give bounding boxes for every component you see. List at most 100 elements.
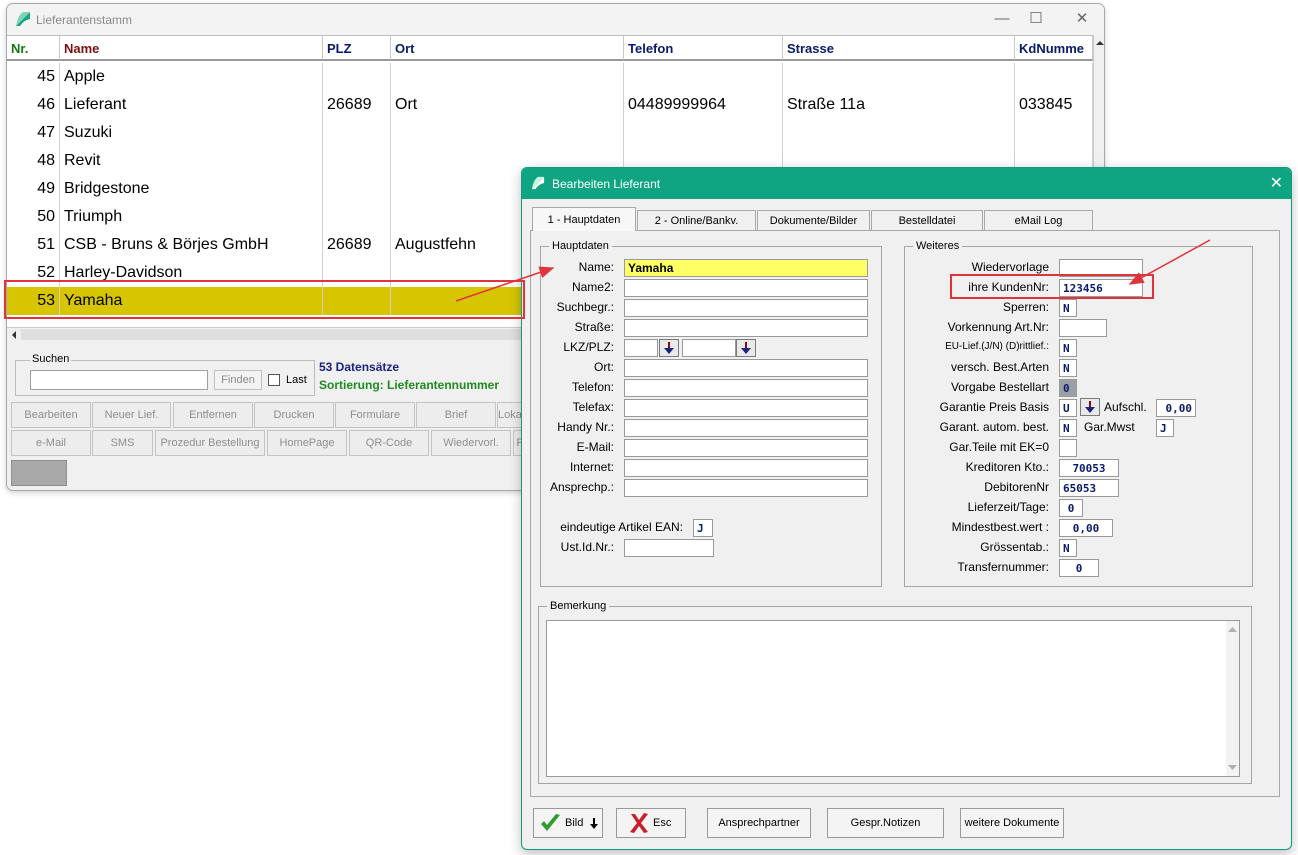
plz-field[interactable] xyxy=(682,339,736,357)
esc-button[interactable]: Esc xyxy=(616,808,686,838)
tab-dokumente-bilder[interactable]: Dokumente/Bilder xyxy=(757,210,870,230)
toolbar-button-e-mail[interactable]: e-Mail xyxy=(11,430,91,456)
handy-label: Handy Nr.: xyxy=(557,420,614,434)
toolbar-button-neuer-lief[interactable]: Neuer Lief. xyxy=(92,402,171,428)
tab-online-bankv[interactable]: 2 - Online/Bankv. xyxy=(637,210,756,230)
vorkennung-field[interactable] xyxy=(1059,319,1107,337)
last-checkbox[interactable] xyxy=(268,374,280,386)
cell-nr: 50 xyxy=(7,203,60,231)
lkz-lookup-button[interactable] xyxy=(659,339,679,357)
internet-label: Internet: xyxy=(569,460,614,474)
scroll-down-icon[interactable] xyxy=(1226,761,1239,773)
weitere-dokumente-button[interactable]: weitere Dokumente xyxy=(960,808,1064,838)
scroll-up-icon[interactable] xyxy=(1226,624,1239,636)
bild-button[interactable]: Bild xyxy=(533,808,603,838)
toolbar-button-qr-code[interactable]: QR-Code xyxy=(349,430,429,456)
search-input[interactable] xyxy=(30,370,208,390)
tab-hauptdaten[interactable]: 1 - Hauptdaten xyxy=(532,207,636,231)
toolbar-button-brief[interactable]: Brief xyxy=(416,402,496,428)
telefon-label: Telefon: xyxy=(571,380,614,394)
garantie-select-button[interactable] xyxy=(1080,398,1100,416)
garant-autom-field[interactable]: N xyxy=(1059,419,1077,437)
column-header-plz[interactable]: PLZ xyxy=(323,36,391,61)
table-row[interactable]: 46 Lieferant 26689 Ort 04489999964 Straße 11a… xyxy=(7,91,1093,119)
column-header-telefon[interactable]: Telefon xyxy=(624,36,783,61)
vorgabe-field[interactable]: 0 xyxy=(1059,379,1077,397)
mindest-field[interactable]: 0,00 xyxy=(1059,519,1113,537)
cell-name: Revit xyxy=(60,147,323,175)
toolbar-button-formulare[interactable]: Formulare xyxy=(335,402,415,428)
app-logo-icon xyxy=(16,12,30,26)
main-titlebar: Lieferantenstamm — ☐ ✕ xyxy=(7,4,1104,35)
suchbegr-field[interactable] xyxy=(624,299,868,317)
garteile-field[interactable] xyxy=(1059,439,1077,457)
groessen-field[interactable]: N xyxy=(1059,539,1077,557)
find-button[interactable]: Finden xyxy=(214,370,262,390)
tab-email-log[interactable]: eMail Log xyxy=(984,210,1093,230)
internet-field[interactable] xyxy=(624,459,868,477)
kreditoren-field[interactable]: 70053 xyxy=(1059,459,1119,477)
search-group: Suchen Finden Last xyxy=(15,353,315,396)
cell-plz xyxy=(323,147,391,175)
lieferzeit-field[interactable]: 0 xyxy=(1059,499,1083,517)
ustid-field[interactable] xyxy=(624,539,714,557)
name2-field[interactable] xyxy=(624,279,868,297)
dialog-title: Bearbeiten Lieferant xyxy=(552,177,661,191)
bemerkung-scrollbar[interactable] xyxy=(1226,621,1239,776)
sperren-field[interactable]: N xyxy=(1059,299,1077,317)
esc-label: Esc xyxy=(653,817,672,829)
table-row[interactable]: 47 Suzuki xyxy=(7,119,1093,147)
minimize-button[interactable]: — xyxy=(987,8,1017,30)
aufschl-field[interactable]: 0,00 xyxy=(1156,399,1196,417)
toolbar-button-wiedervorl[interactable]: Wiedervorl. xyxy=(431,430,511,456)
garteile-label: Gar.Teile mit EK=0 xyxy=(949,440,1049,454)
ustid-label: Ust.Id.Nr.: xyxy=(560,540,614,554)
table-row[interactable]: 45 Apple xyxy=(7,63,1093,91)
name-field[interactable]: Yamaha xyxy=(624,259,868,277)
ean-field[interactable]: J xyxy=(693,519,713,537)
arrow-down-icon xyxy=(741,342,751,354)
plz-lookup-button[interactable] xyxy=(736,339,756,357)
lkz-field[interactable] xyxy=(624,339,658,357)
gar-mwst-field[interactable]: J xyxy=(1156,419,1174,437)
column-header-strasse[interactable]: Strasse xyxy=(783,36,1015,61)
record-count: 53 Datensätze xyxy=(319,360,400,374)
toolbar-button-sms[interactable]: SMS xyxy=(92,430,153,456)
gespr-notizen-button[interactable]: Gespr.Notizen xyxy=(827,808,944,838)
handy-field[interactable] xyxy=(624,419,868,437)
tab-bestelldatei[interactable]: Bestelldatei xyxy=(871,210,983,230)
email-field[interactable] xyxy=(624,439,868,457)
telefax-label: Telefax: xyxy=(572,400,614,414)
toolbar-button-entfernen[interactable]: Entfernen xyxy=(173,402,253,428)
wiedervorlage-field[interactable] xyxy=(1059,259,1143,277)
column-header-nr[interactable]: Nr. xyxy=(7,36,60,61)
column-header-ort[interactable]: Ort xyxy=(391,36,624,61)
toolbar-button-drucken[interactable]: Drucken xyxy=(254,402,334,428)
name2-label: Name2: xyxy=(571,280,614,294)
maximize-button[interactable]: ☐ xyxy=(1021,8,1051,30)
status-block xyxy=(11,460,67,486)
ort-field[interactable] xyxy=(624,359,868,377)
telefax-field[interactable] xyxy=(624,399,868,417)
scroll-up-icon[interactable] xyxy=(1094,37,1105,49)
ansprechp-field[interactable] xyxy=(624,479,868,497)
toolbar-button-bearbeiten[interactable]: Bearbeiten xyxy=(11,402,91,428)
bemerkung-textarea[interactable] xyxy=(546,620,1240,777)
kundennr-field[interactable]: 123456 xyxy=(1059,279,1143,297)
transfer-field[interactable]: 0 xyxy=(1059,559,1099,577)
strasse-field[interactable] xyxy=(624,319,868,337)
column-header-name[interactable]: Name xyxy=(60,36,323,61)
versch-field[interactable]: N xyxy=(1059,359,1077,377)
garantie-field[interactable]: U xyxy=(1059,399,1077,417)
eu-lief-field[interactable]: N xyxy=(1059,339,1077,357)
scroll-left-icon[interactable] xyxy=(8,329,20,341)
close-button[interactable]: ✕ xyxy=(1067,8,1097,30)
toolbar-button-prozedur-bestellung[interactable]: Prozedur Bestellung xyxy=(155,430,265,456)
debitoren-field[interactable]: 65053 xyxy=(1059,479,1119,497)
telefon-field[interactable] xyxy=(624,379,868,397)
main-window-title: Lieferantenstamm xyxy=(36,13,133,27)
toolbar-button-homepage[interactable]: HomePage xyxy=(267,430,347,456)
column-header-kdnummer[interactable]: KdNumme xyxy=(1015,36,1093,61)
dialog-close-button[interactable]: ✕ xyxy=(1270,173,1283,193)
ansprechpartner-button[interactable]: Ansprechpartner xyxy=(707,808,811,838)
